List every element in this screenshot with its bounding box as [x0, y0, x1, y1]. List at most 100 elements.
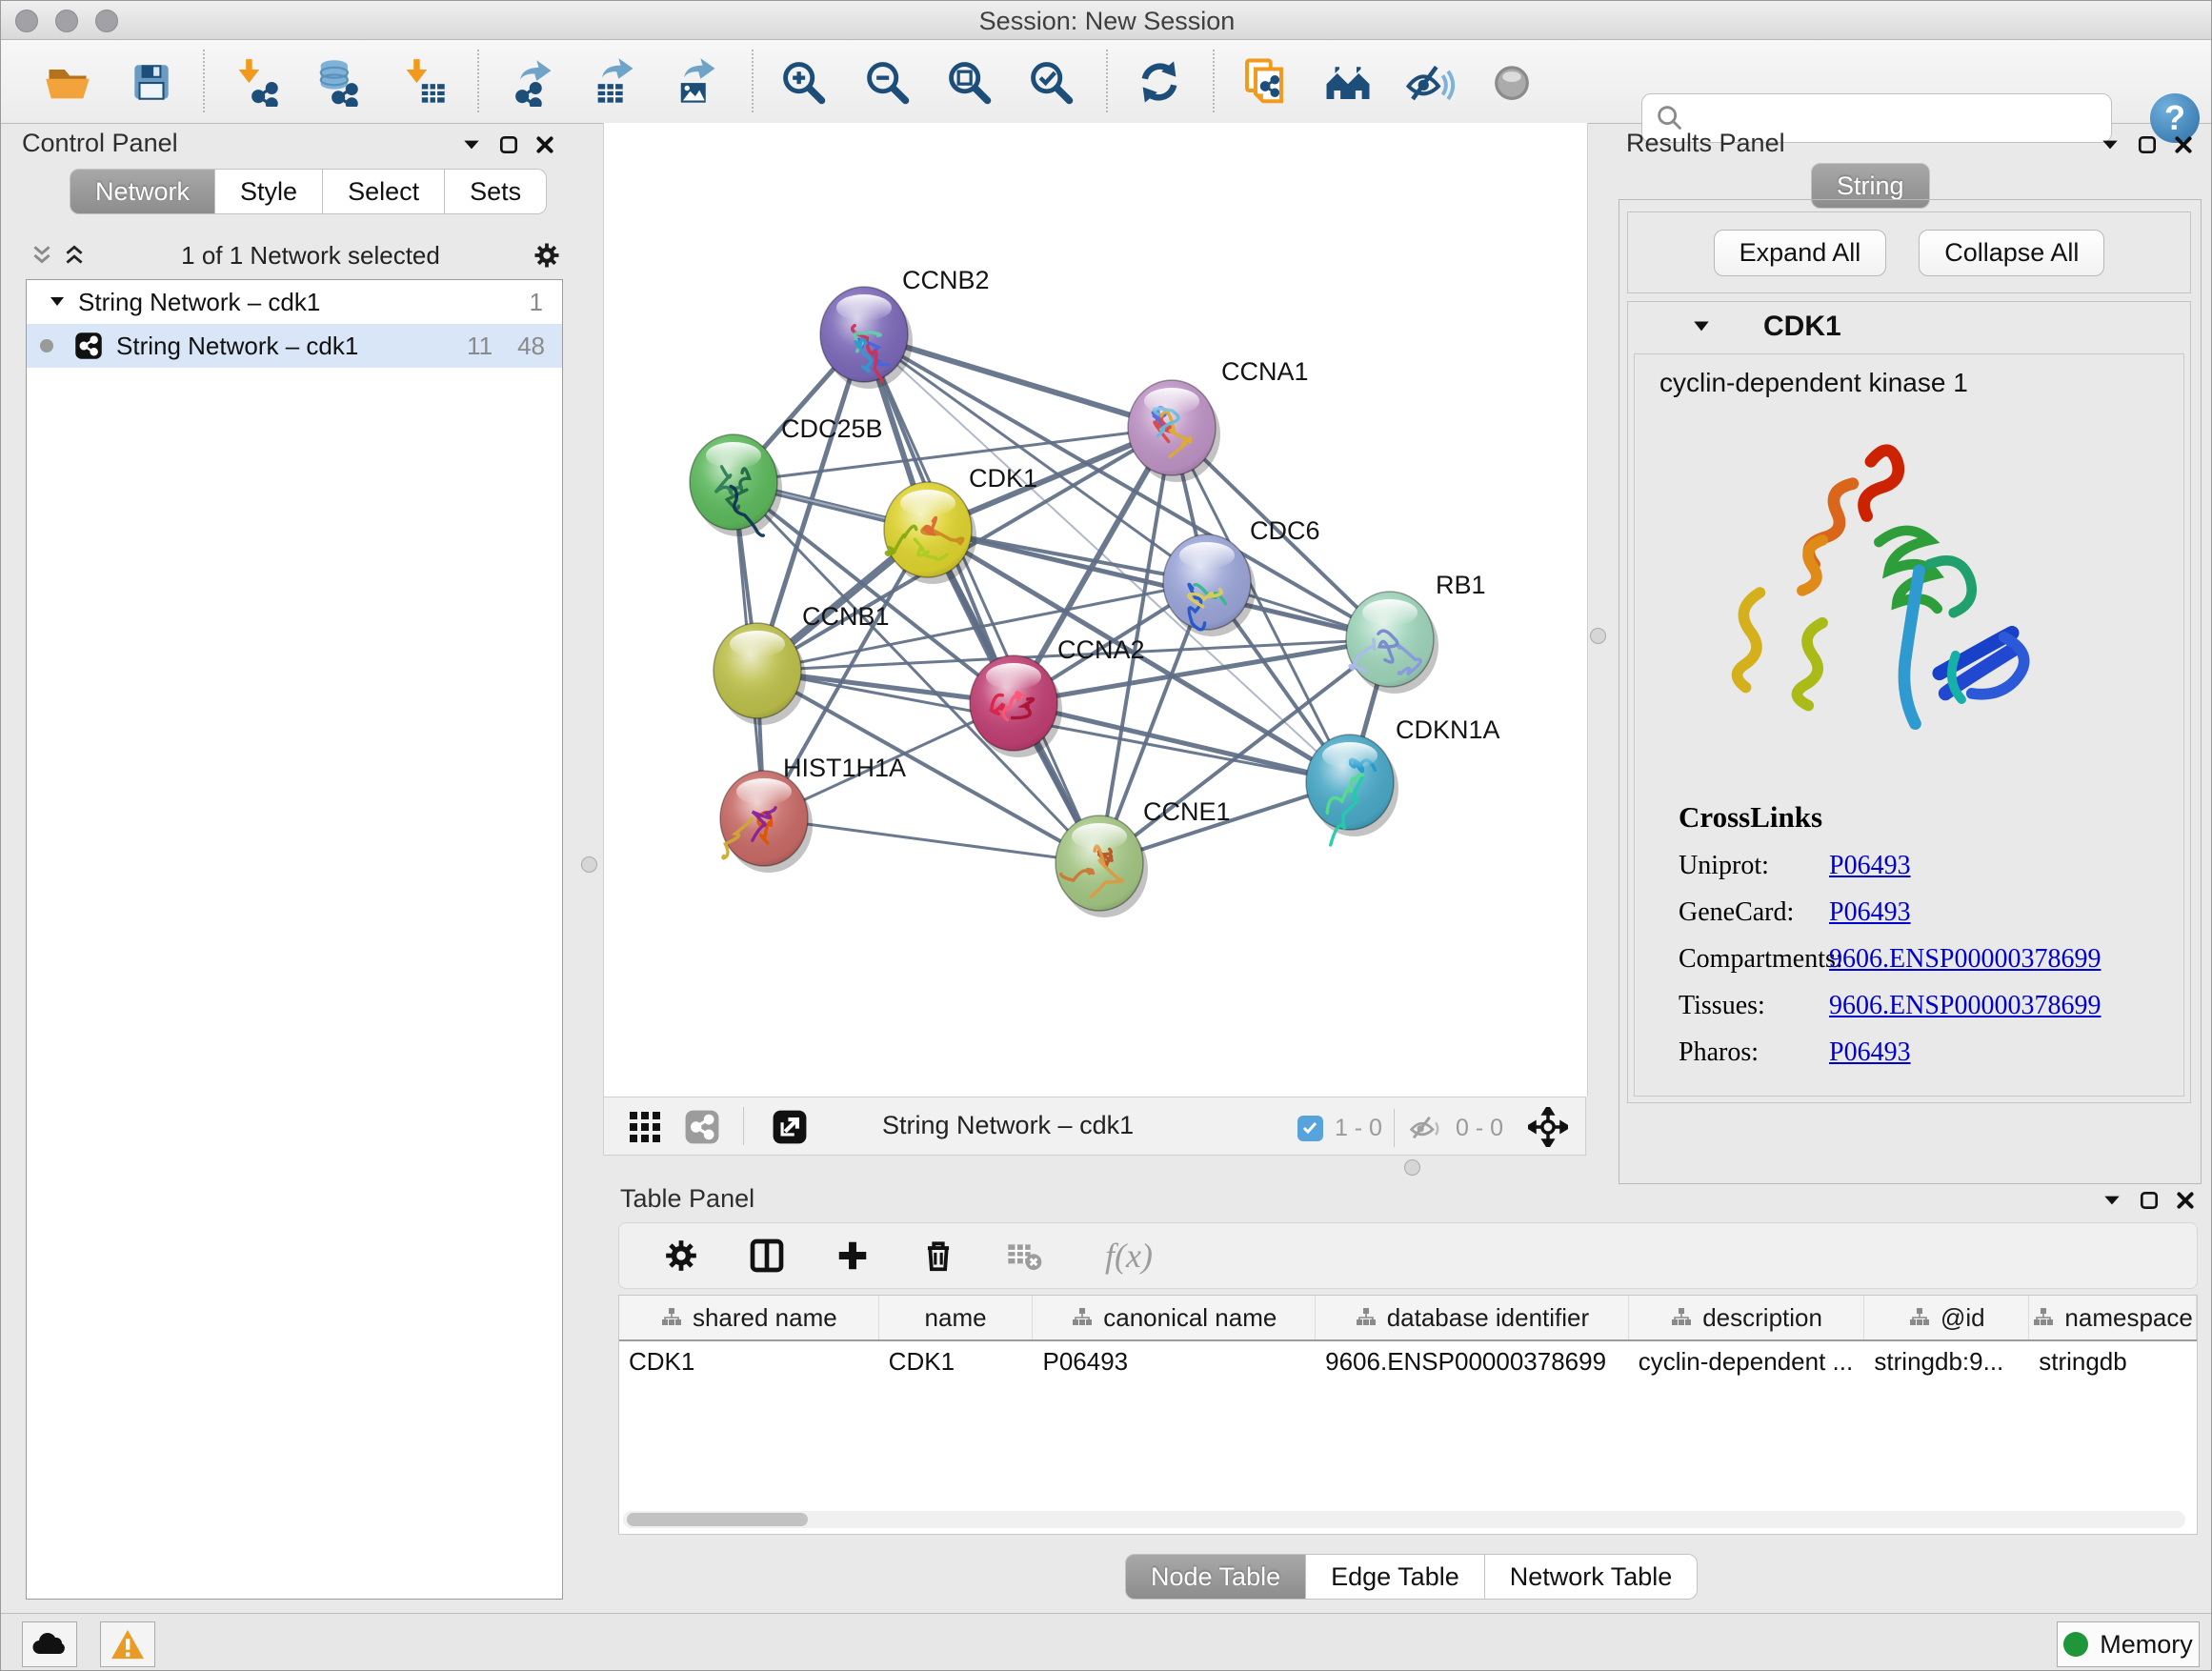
tab-style[interactable]: Style: [215, 169, 323, 214]
update-network-button[interactable]: [1131, 53, 1188, 111]
cloud-status-button[interactable]: [22, 1621, 77, 1667]
warnings-button[interactable]: [100, 1621, 155, 1667]
genecard-link[interactable]: P06493: [1829, 897, 1911, 928]
column-header--id[interactable]: @id: [1864, 1296, 2029, 1339]
tree-column-icon: [660, 1306, 683, 1329]
compartments-link[interactable]: 9606.ENSP00000378699: [1829, 944, 2101, 975]
tab-edge-table[interactable]: Edge Table: [1306, 1554, 1485, 1600]
float-panel-button[interactable]: [2133, 1184, 2165, 1217]
hide-selected-button[interactable]: [1401, 53, 1458, 111]
column-header-shared-name[interactable]: shared name: [619, 1296, 879, 1339]
table-cell[interactable]: stringdb:9...: [1864, 1341, 2029, 1383]
network-node-CCNA1[interactable]: [1128, 380, 1220, 482]
tab-sets[interactable]: Sets: [445, 169, 547, 214]
right-splitter-handle[interactable]: [1590, 628, 1606, 644]
tissues-link[interactable]: 9606.ENSP00000378699: [1829, 991, 2101, 1021]
import-network-file-button[interactable]: [228, 53, 285, 111]
network-collection-row[interactable]: String Network – cdk1 1: [27, 280, 562, 324]
memory-label: Memory: [2100, 1630, 2193, 1660]
panel-menu-button[interactable]: [455, 129, 488, 161]
selected-checkbox-icon[interactable]: [1297, 1116, 1323, 1141]
delete-table-button[interactable]: [1000, 1232, 1048, 1279]
zoom-in-button[interactable]: [774, 53, 832, 111]
network-node-RB1[interactable]: [1346, 592, 1438, 694]
add-column-button[interactable]: [829, 1232, 876, 1279]
network-node-CDK1[interactable]: [884, 482, 976, 584]
network-node-CCNE1[interactable]: [1056, 815, 1148, 917]
tab-network[interactable]: Network: [70, 169, 215, 214]
collapse-all-networks-button[interactable]: [26, 239, 58, 272]
table-cell[interactable]: 9606.ENSP00000378699: [1316, 1341, 1629, 1383]
table-cell[interactable]: stringdb: [2029, 1341, 2197, 1383]
node-label-CCNB1: CCNB1: [802, 602, 890, 631]
function-builder-button[interactable]: f(x): [1086, 1232, 1172, 1279]
network-node-CDC25B[interactable]: [690, 434, 782, 536]
scrollbar-thumb[interactable]: [627, 1513, 808, 1526]
zoom-out-button[interactable]: [858, 53, 915, 111]
column-header-namespace[interactable]: namespace: [2029, 1296, 2197, 1339]
table-panel-title: Table Panel: [620, 1184, 754, 1214]
float-panel-button[interactable]: [493, 129, 525, 161]
network-node-CDC6[interactable]: [1163, 534, 1256, 636]
network-node-CCNB2[interactable]: [820, 287, 913, 389]
table-cell[interactable]: cyclin-dependent ...: [1629, 1341, 1865, 1383]
birdseye-view-button[interactable]: [678, 1103, 726, 1151]
save-session-button[interactable]: [123, 53, 180, 111]
zoom-fit-button[interactable]: [940, 53, 997, 111]
table-options-button[interactable]: [657, 1232, 705, 1279]
network-node-HIST1H1A[interactable]: [720, 771, 813, 873]
network-node-CDKN1A[interactable]: [1306, 735, 1398, 845]
network-row[interactable]: String Network – cdk1 11 48: [27, 324, 562, 368]
show-grid-button[interactable]: [621, 1103, 669, 1151]
expand-all-button[interactable]: Expand All: [1714, 230, 1887, 276]
pan-mode-button[interactable]: [1524, 1103, 1572, 1151]
node-gloss: [836, 294, 892, 321]
export-network-button[interactable]: [504, 53, 561, 111]
column-header-database-identifier[interactable]: database identifier: [1316, 1296, 1629, 1339]
tab-node-table[interactable]: Node Table: [1125, 1554, 1306, 1600]
main-toolbar: ?: [1, 40, 2212, 124]
tab-network-table[interactable]: Network Table: [1485, 1554, 1699, 1600]
left-splitter-handle[interactable]: [581, 856, 597, 873]
memory-status-button[interactable]: Memory: [2057, 1621, 2200, 1667]
expand-all-networks-button[interactable]: [58, 239, 90, 272]
tab-select[interactable]: Select: [323, 169, 445, 214]
float-panel-button[interactable]: [2131, 129, 2163, 161]
uniprot-link[interactable]: P06493: [1829, 851, 1911, 881]
collapse-triangle-icon[interactable]: [1691, 316, 1712, 337]
close-panel-button[interactable]: [2169, 1184, 2202, 1217]
export-table-button[interactable]: [586, 53, 643, 111]
table-cell[interactable]: P06493: [1033, 1341, 1316, 1383]
show-all-button[interactable]: [1483, 53, 1540, 111]
network-canvas[interactable]: CCNB2CCNA1CDC25BCDK1CDC6RB1CCNB1CCNA2CDK…: [603, 123, 1588, 1097]
table-cell[interactable]: CDK1: [619, 1341, 879, 1383]
save-floppy-icon: [128, 58, 175, 106]
import-network-database-button[interactable]: [308, 53, 365, 111]
network-options-button[interactable]: [531, 239, 563, 272]
network-view-toolbar: String Network – cdk1 1 - 0 0 - 0: [603, 1097, 1586, 1156]
open-session-button[interactable]: [39, 53, 96, 111]
column-header-canonical-name[interactable]: canonical name: [1033, 1296, 1316, 1339]
collapse-all-button[interactable]: Collapse All: [1919, 230, 2104, 276]
collection-count: 1: [530, 288, 543, 317]
pharos-link[interactable]: P06493: [1829, 1037, 1911, 1068]
horizontal-scrollbar[interactable]: [623, 1511, 2185, 1528]
open-external-view-button[interactable]: [766, 1103, 814, 1151]
control-panel-title: Control Panel: [22, 129, 178, 158]
panel-menu-button[interactable]: [2096, 1184, 2128, 1217]
zoom-selected-button[interactable]: [1022, 53, 1079, 111]
panel-menu-button[interactable]: [2094, 129, 2126, 161]
select-columns-button[interactable]: [743, 1232, 791, 1279]
column-header-description[interactable]: description: [1629, 1296, 1865, 1339]
delete-column-button[interactable]: [915, 1232, 962, 1279]
close-panel-button[interactable]: [2167, 129, 2200, 161]
open-in-browser-button[interactable]: [1236, 53, 1293, 111]
import-table-file-button[interactable]: [395, 53, 452, 111]
table-row[interactable]: CDK1CDK1P064939606.ENSP00000378699cyclin…: [619, 1341, 2197, 1383]
close-panel-button[interactable]: [529, 129, 561, 161]
horizontal-splitter-handle[interactable]: [1404, 1159, 1420, 1176]
column-header-name[interactable]: name: [879, 1296, 1034, 1339]
home-button[interactable]: [1319, 53, 1377, 111]
table-cell[interactable]: CDK1: [879, 1341, 1034, 1383]
export-image-button[interactable]: [668, 53, 725, 111]
